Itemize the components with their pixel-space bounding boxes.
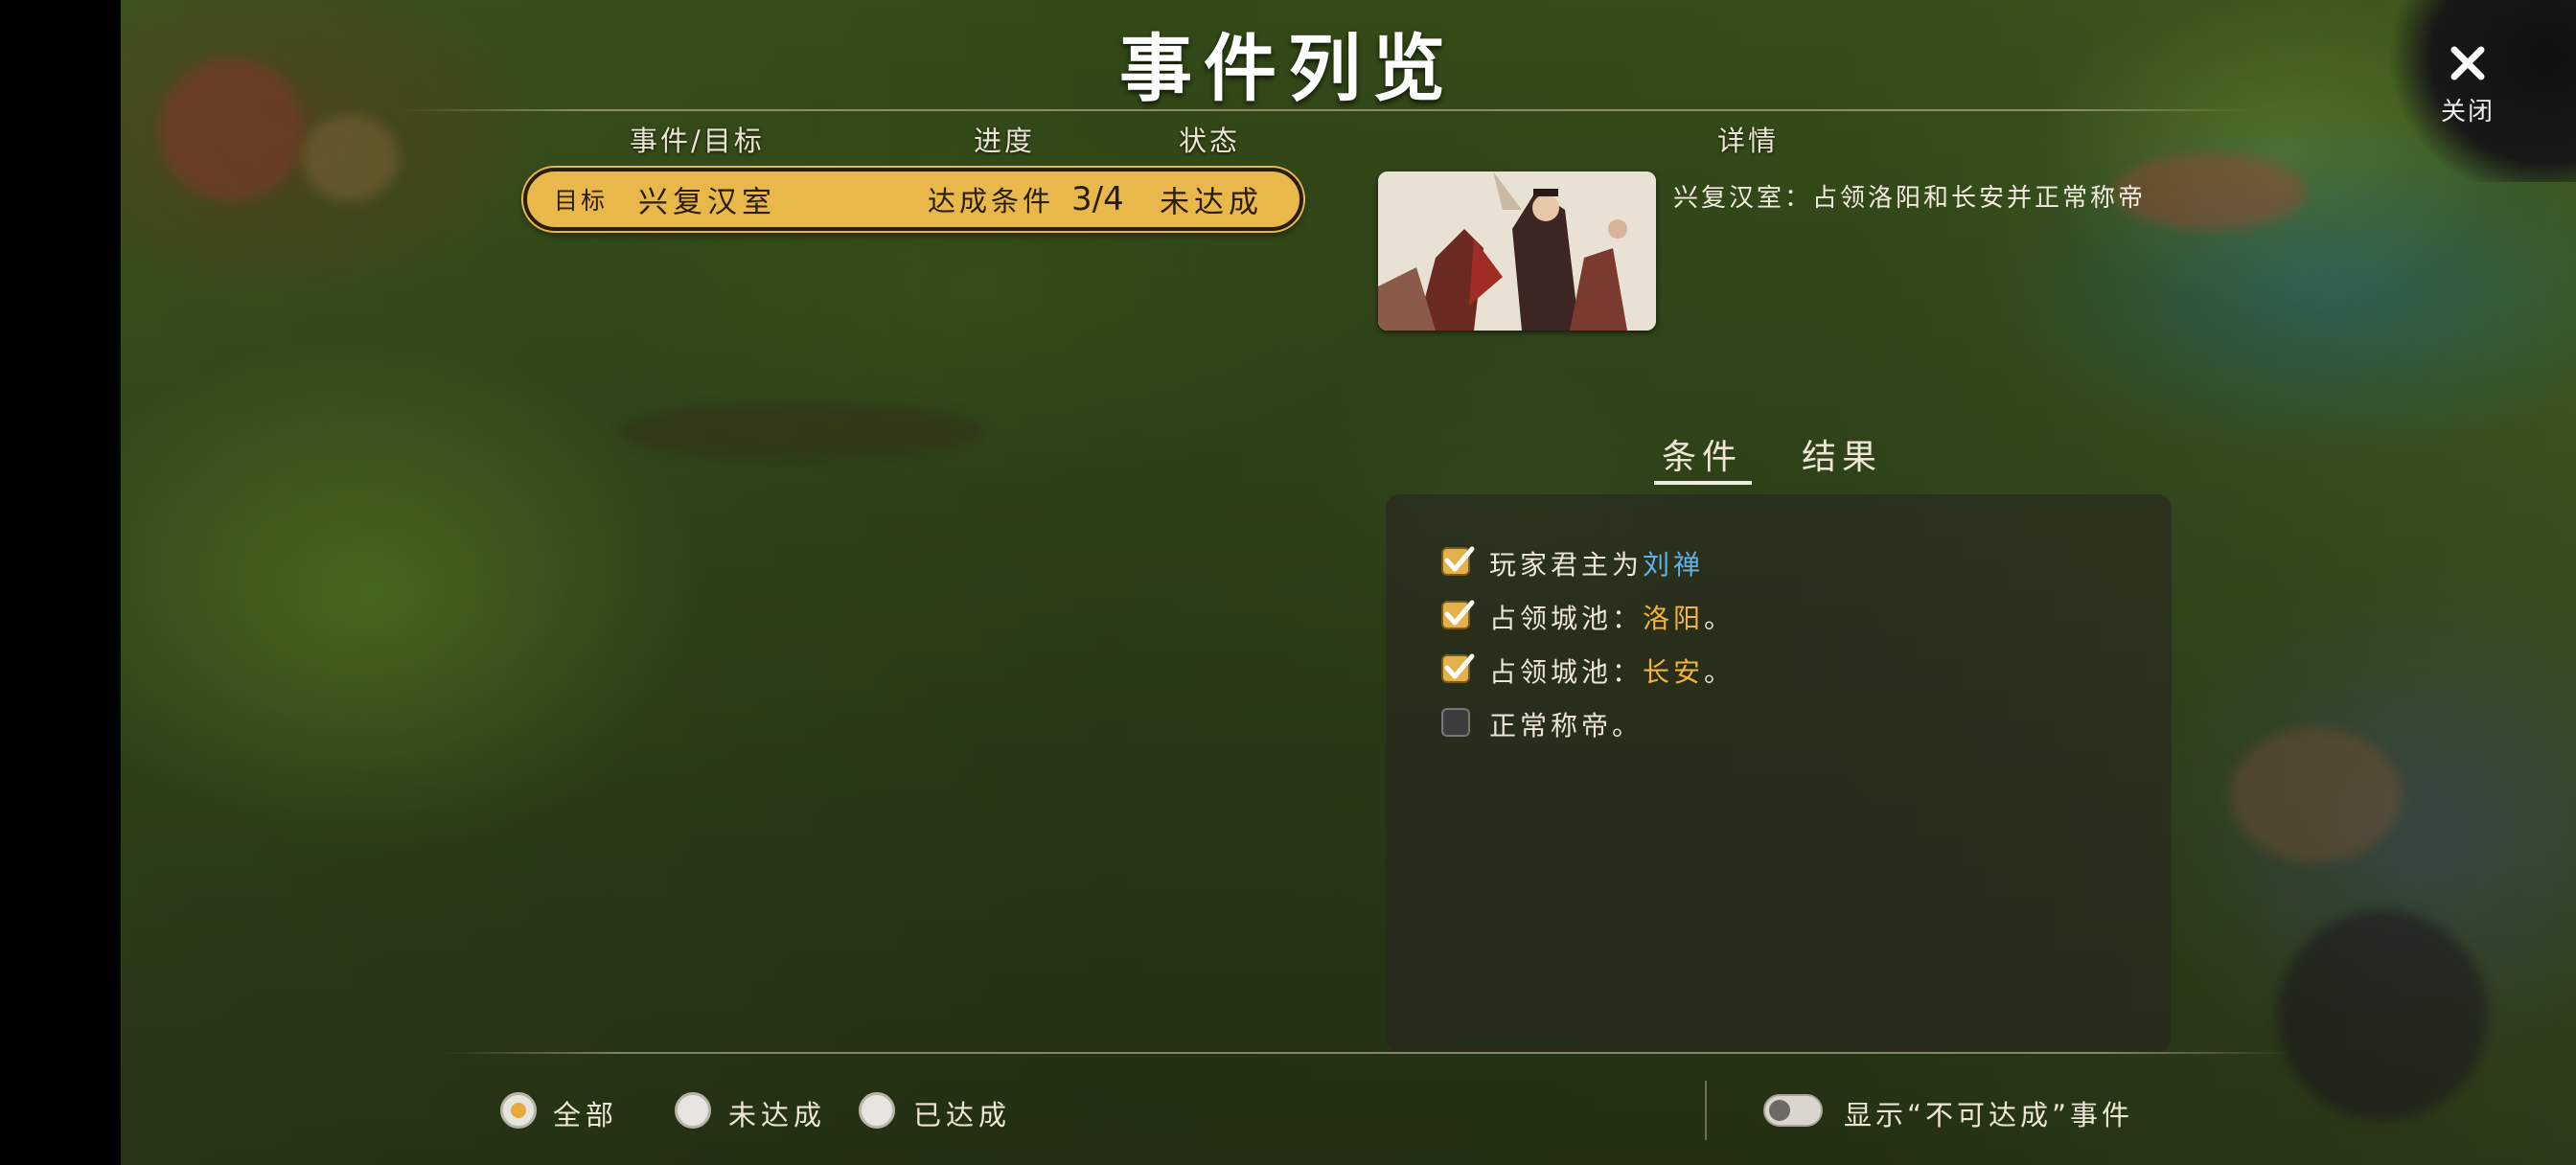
condition-checkbox-2	[1441, 600, 1475, 629]
check-icon	[1444, 653, 1475, 679]
check-icon	[1444, 546, 1475, 572]
show-unreachable-toggle[interactable]	[1763, 1094, 1823, 1127]
event-progress-value: 3/4	[1071, 180, 1124, 218]
column-header-status: 状态	[1179, 125, 1241, 157]
letterbox-left	[0, 0, 121, 1165]
condition-checkbox-3	[1441, 653, 1475, 683]
filter-radio-incomplete[interactable]	[675, 1092, 711, 1129]
condition-4: 正常称帝。	[1489, 710, 1644, 742]
footer-separator	[1705, 1081, 1707, 1140]
condition-1: 玩家君主为刘禅	[1489, 549, 1705, 581]
map-building	[303, 115, 399, 201]
footer-divider	[441, 1052, 2290, 1054]
tab-active-indicator	[1654, 481, 1752, 485]
filter-radio-complete[interactable]	[859, 1092, 895, 1129]
page-title: 事件列览	[1119, 26, 1457, 111]
event-row[interactable]: 目标 兴复汉室 达成条件 3/4 未达成	[523, 168, 1303, 231]
event-detail-description: 兴复汉室：占领洛阳和长安并正常称帝	[1673, 184, 2147, 213]
event-progress-label: 达成条件	[928, 185, 1055, 217]
close-label: 关闭	[2440, 98, 2495, 126]
event-type-label: 目标	[554, 187, 609, 215]
filter-label-all[interactable]: 全部	[553, 1093, 618, 1133]
tab-results[interactable]: 结果	[1802, 429, 1882, 479]
map-road	[619, 402, 983, 460]
tab-conditions[interactable]: 条件	[1662, 429, 1742, 479]
event-illustration	[1378, 171, 1656, 331]
condition-checkbox-4	[1441, 708, 1470, 737]
map-background	[121, 0, 2576, 1165]
filter-label-complete[interactable]: 已达成	[913, 1093, 1011, 1133]
column-header-detail: 详情	[1717, 125, 1780, 157]
condition-2: 占领城池：洛阳。	[1489, 603, 1736, 634]
event-name: 兴复汉室	[638, 185, 776, 220]
map-city-south	[2229, 728, 2402, 862]
condition-checkbox-1	[1441, 546, 1475, 576]
condition-3: 占领城池：长安。	[1489, 656, 1736, 688]
close-icon	[2450, 46, 2485, 80]
close-button[interactable]: 关闭	[2425, 44, 2511, 130]
column-header-event: 事件/目标	[630, 125, 765, 157]
filter-radio-all[interactable]	[500, 1092, 537, 1129]
event-status: 未达成	[1160, 185, 1263, 220]
header-divider	[402, 109, 2252, 111]
map-corner-button	[2277, 910, 2488, 1121]
show-unreachable-label: 显示“不可达成”事件	[1844, 1099, 2134, 1131]
check-icon	[1444, 600, 1475, 626]
filter-label-incomplete[interactable]: 未达成	[728, 1093, 826, 1133]
column-header-progress: 进度	[974, 125, 1036, 157]
